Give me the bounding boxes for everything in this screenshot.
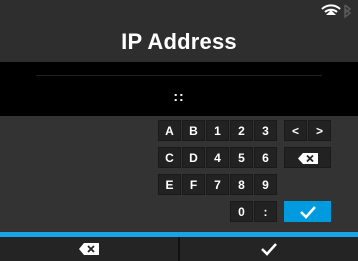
key-3[interactable]: 3 [254,120,277,141]
ip-input-field[interactable]: :: [0,62,358,116]
key-5[interactable]: 5 [230,147,253,168]
key-e[interactable]: E [158,174,181,195]
key-7[interactable]: 7 [206,174,229,195]
status-icons [318,1,354,19]
page-title: IP Address [121,29,237,54]
key-4[interactable]: 4 [206,147,229,168]
key-9[interactable]: 9 [254,174,277,195]
key-1[interactable]: 1 [206,120,229,141]
key-enter[interactable] [284,201,331,222]
key-f[interactable]: F [182,174,205,195]
keypad: A B 1 2 3 < > C D 4 5 6 E F 7 8 9 0 : [0,116,358,231]
key-cursor-left[interactable]: < [284,120,307,141]
key-d[interactable]: D [182,147,205,168]
key-0[interactable]: 0 [230,201,253,222]
checkmark-icon [299,205,317,219]
key-b[interactable]: B [182,120,205,141]
key-6[interactable]: 6 [254,147,277,168]
screen: IP Address :: A B 1 2 3 < > C D 4 5 6 E … [0,0,358,261]
checkmark-icon [260,242,278,256]
input-divider [36,75,322,76]
backspace-icon [79,243,99,255]
wifi-icon [321,4,341,15]
key-a[interactable]: A [158,120,181,141]
footer-backspace-button[interactable] [0,237,178,261]
key-cursor-right[interactable]: > [308,120,331,141]
key-colon[interactable]: : [254,201,277,222]
key-2[interactable]: 2 [230,120,253,141]
footer-ok-button[interactable] [180,237,358,261]
ip-input-value: :: [173,88,185,104]
backspace-icon [297,153,318,164]
key-c[interactable]: C [158,147,181,168]
bluetooth-icon [344,4,352,19]
title-bar: IP Address [0,0,358,62]
key-backspace[interactable] [284,147,331,168]
key-8[interactable]: 8 [230,174,253,195]
